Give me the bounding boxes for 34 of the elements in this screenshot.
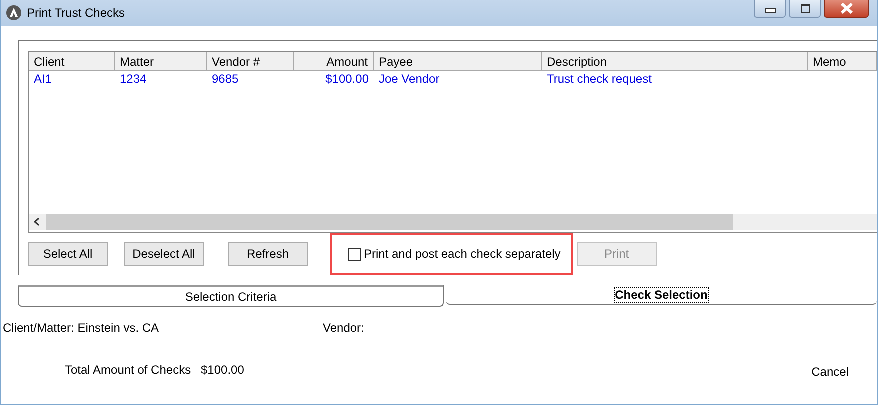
close-button[interactable]	[824, 0, 869, 18]
checkbox-label[interactable]: Print and post each check separately	[364, 247, 561, 261]
table-cell-text: Trust check request	[546, 71, 653, 87]
vendor-label: Vendor:	[323, 321, 364, 335]
table-cell-text: Joe Vendor	[378, 71, 441, 87]
table-cell-text: AI1	[33, 71, 54, 87]
tab[interactable]: Check Selection	[446, 285, 877, 305]
app-logo-icon	[6, 5, 22, 21]
table-cell-text: $100.00	[324, 71, 370, 87]
table-cell-text: 1234	[119, 71, 148, 87]
minimize-button[interactable]	[754, 0, 786, 18]
client-matter-label: Client/Matter: Einstein vs. CA	[3, 321, 160, 335]
column-header[interactable]: Payee	[374, 52, 542, 71]
maximize-button[interactable]	[789, 0, 821, 18]
scroll-left-icon[interactable]	[34, 218, 40, 226]
table-cell-text: 9685	[211, 71, 240, 87]
column-header[interactable]: Matter	[115, 52, 207, 71]
total-label: Total Amount of Checks	[65, 363, 192, 377]
checkbox[interactable]	[348, 248, 361, 260]
tab[interactable]: Selection Criteria	[18, 285, 444, 307]
window-title: Print Trust Checks	[27, 6, 126, 20]
cancel-button[interactable]: Cancel	[812, 365, 849, 379]
horizontal-scrollbar[interactable]	[29, 214, 877, 230]
column-header[interactable]: Client	[29, 52, 115, 71]
column-header[interactable]: Amount	[294, 52, 374, 71]
close-icon	[840, 3, 854, 14]
column-header[interactable]: Description	[542, 52, 808, 71]
column-header[interactable]: Vendor #	[207, 52, 294, 71]
action-button[interactable]: Refresh	[228, 242, 308, 266]
action-button[interactable]: Select All	[28, 242, 108, 266]
column-header[interactable]: Memo	[808, 52, 877, 71]
total-value: $100.00	[201, 363, 244, 377]
scrollbar-thumb[interactable]	[46, 214, 733, 230]
action-button[interactable]: Deselect All	[124, 242, 204, 266]
